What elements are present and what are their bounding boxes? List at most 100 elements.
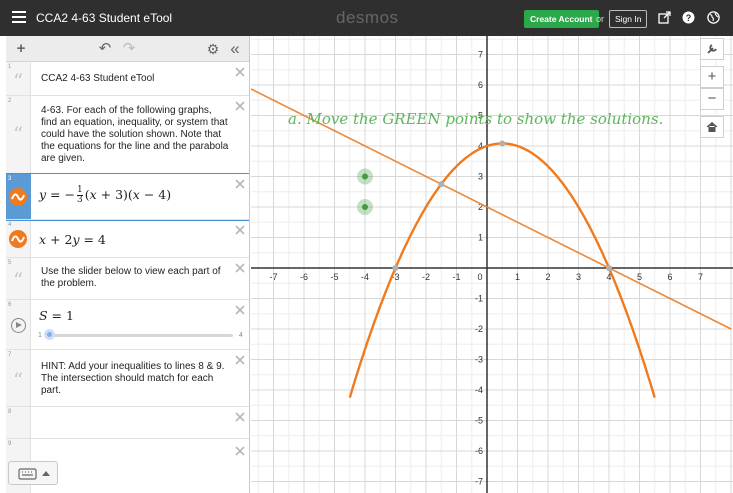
row-gutter: 7 “ bbox=[6, 350, 31, 406]
zoom-out-icon[interactable]: − bbox=[700, 88, 724, 110]
row-number: 7 bbox=[8, 352, 12, 358]
x-tick-label: 0 bbox=[477, 272, 482, 282]
settings-gear-icon[interactable]: ⚙ bbox=[204, 40, 222, 58]
or-label: or bbox=[596, 14, 605, 24]
x-tick-label: 5 bbox=[637, 272, 642, 282]
share-icon[interactable] bbox=[657, 11, 671, 25]
zoom-in-icon[interactable]: + bbox=[700, 66, 724, 88]
note-row[interactable]: 1 “ CCA2 4-63 Student eTool bbox=[6, 62, 249, 96]
parabola-equation[interactable]: y = −1 3 (x + 3)(x − 4) bbox=[39, 186, 171, 205]
note-quote-icon: “ bbox=[13, 368, 24, 392]
x-tick-label: 3 bbox=[576, 272, 581, 282]
green-movable-point[interactable] bbox=[362, 173, 368, 180]
language-globe-icon[interactable] bbox=[706, 11, 720, 25]
delete-icon[interactable] bbox=[234, 304, 246, 316]
slider-value: 1 bbox=[66, 308, 74, 323]
expression-toolbar: + ↶ ↷ ⚙ « bbox=[6, 36, 249, 62]
add-item-icon[interactable]: + bbox=[12, 40, 30, 58]
row-number: 1 bbox=[8, 64, 12, 70]
note-text[interactable]: 4-63. For each of the following graphs, … bbox=[41, 105, 230, 165]
x-tick-label: -4 bbox=[361, 272, 369, 282]
desmos-app: CCA2 4-63 Student eTool desmos Create Ac… bbox=[0, 0, 733, 493]
instruction-label: a. Move the GREEN points to show the sol… bbox=[288, 110, 664, 128]
slider-max-label[interactable]: 4 bbox=[239, 332, 243, 339]
row-number: 4 bbox=[8, 222, 12, 228]
menu-icon[interactable] bbox=[12, 11, 26, 23]
delete-icon[interactable] bbox=[234, 262, 246, 274]
graph-color-wave-icon[interactable] bbox=[9, 188, 27, 206]
graph-canvas[interactable]: -7 -6 -5 -4 -3 -2 -1 0 1 2 3 4 5 6 77654321-1-2-3-4-5-… bbox=[251, 36, 733, 493]
home-icon[interactable] bbox=[700, 116, 724, 138]
point-of-interest[interactable] bbox=[438, 181, 445, 188]
row-number: 3 bbox=[8, 176, 12, 182]
delete-icon[interactable] bbox=[234, 100, 246, 112]
y-tick-label: -1 bbox=[475, 294, 483, 304]
x-tick-label: -6 bbox=[300, 272, 308, 282]
delete-icon[interactable] bbox=[234, 411, 246, 423]
row-gutter: 1 “ bbox=[6, 62, 31, 95]
y-tick-label: -2 bbox=[475, 324, 483, 334]
x-tick-label: 1 bbox=[515, 272, 520, 282]
note-text[interactable]: Use the slider below to view each part o… bbox=[41, 266, 230, 290]
note-row[interactable]: 7 “ HINT: Add your inequalities to lines… bbox=[6, 350, 249, 407]
slider-equation[interactable]: S = 1 bbox=[39, 308, 74, 323]
svg-text:?: ? bbox=[685, 13, 691, 23]
slider-min-label[interactable]: 1 bbox=[38, 332, 42, 339]
y-tick-label: -3 bbox=[475, 355, 483, 365]
row-gutter: 4 bbox=[6, 220, 31, 257]
sign-in-button[interactable]: Sign In bbox=[609, 10, 648, 28]
x-tick-label: 7 bbox=[698, 272, 703, 282]
redo-icon[interactable]: ↷ bbox=[120, 40, 138, 58]
green-movable-point[interactable] bbox=[362, 204, 368, 210]
row-number: 5 bbox=[8, 260, 12, 266]
row-number: 9 bbox=[8, 441, 12, 447]
x-tick-label: 6 bbox=[667, 272, 672, 282]
expression-row-parabola[interactable]: 3 y = −1 3 (x + 3)(x − 4) bbox=[6, 173, 249, 221]
wrench-icon[interactable] bbox=[700, 38, 724, 60]
y-tick-label: -6 bbox=[475, 446, 483, 456]
delete-icon[interactable] bbox=[234, 445, 246, 457]
slider-row[interactable]: 6 S = 1 1 4 bbox=[6, 300, 249, 350]
keyboard-toggle-button[interactable] bbox=[8, 461, 58, 485]
slider-handle[interactable] bbox=[44, 329, 55, 340]
row-gutter: 2 “ bbox=[6, 96, 31, 173]
point-of-interest[interactable] bbox=[392, 265, 399, 271]
expression-row-line[interactable]: 4 x + 2y = 4 bbox=[6, 220, 249, 258]
play-slider-icon[interactable] bbox=[11, 318, 26, 333]
row-gutter: 5 “ bbox=[6, 258, 31, 299]
y-tick-label: 6 bbox=[478, 80, 483, 90]
collapse-panel-icon[interactable]: « bbox=[226, 40, 244, 58]
y-tick-label: 3 bbox=[478, 172, 483, 182]
x-tick-label: 2 bbox=[545, 272, 550, 282]
delete-icon[interactable] bbox=[234, 224, 246, 236]
delete-icon[interactable] bbox=[234, 178, 246, 190]
row-number: 6 bbox=[8, 302, 12, 308]
line-equation[interactable]: x + 2y = 4 bbox=[39, 232, 106, 247]
x-tick-label: -7 bbox=[269, 272, 277, 282]
row-number: 2 bbox=[8, 98, 12, 104]
y-tick-label: 1 bbox=[478, 233, 483, 243]
note-row[interactable]: 5 “ Use the slider below to view each pa… bbox=[6, 258, 249, 300]
graph-paper[interactable]: -7 -6 -5 -4 -3 -2 -1 0 1 2 3 4 5 6 7 7 6 5 4 3 2 1 -1 -2 -3 -4 -5-… bbox=[251, 36, 733, 493]
point-of-interest[interactable] bbox=[606, 265, 612, 271]
note-text[interactable]: CCA2 4-63 Student eTool bbox=[41, 73, 230, 85]
point-of-interest[interactable] bbox=[499, 140, 506, 147]
undo-icon[interactable]: ↶ bbox=[96, 40, 114, 58]
note-text[interactable]: HINT: Add your inequalities to lines 8 &… bbox=[41, 361, 230, 397]
y-tick-label: -4 bbox=[475, 385, 483, 395]
graph-color-wave-icon[interactable] bbox=[9, 230, 27, 248]
row-number: 8 bbox=[8, 409, 12, 415]
create-account-button[interactable]: Create Account bbox=[524, 10, 599, 28]
top-bar: CCA2 4-63 Student eTool desmos Create Ac… bbox=[0, 0, 733, 36]
slider-track[interactable] bbox=[48, 334, 233, 337]
note-row[interactable]: 2 “ 4-63. For each of the following grap… bbox=[6, 96, 249, 174]
delete-icon[interactable] bbox=[234, 354, 246, 366]
empty-expression-row[interactable]: 8 bbox=[6, 407, 249, 439]
y-tick-label: -5 bbox=[475, 416, 483, 426]
y-tick-label: 7 bbox=[478, 50, 483, 60]
expression-panel: + ↶ ↷ ⚙ « 1 “ CCA2 4-63 Student eTool 2 … bbox=[6, 36, 250, 493]
help-icon[interactable]: ? bbox=[681, 11, 695, 25]
keyboard-icon bbox=[18, 468, 50, 480]
delete-icon[interactable] bbox=[234, 66, 246, 78]
x-tick-label: -5 bbox=[330, 272, 338, 282]
